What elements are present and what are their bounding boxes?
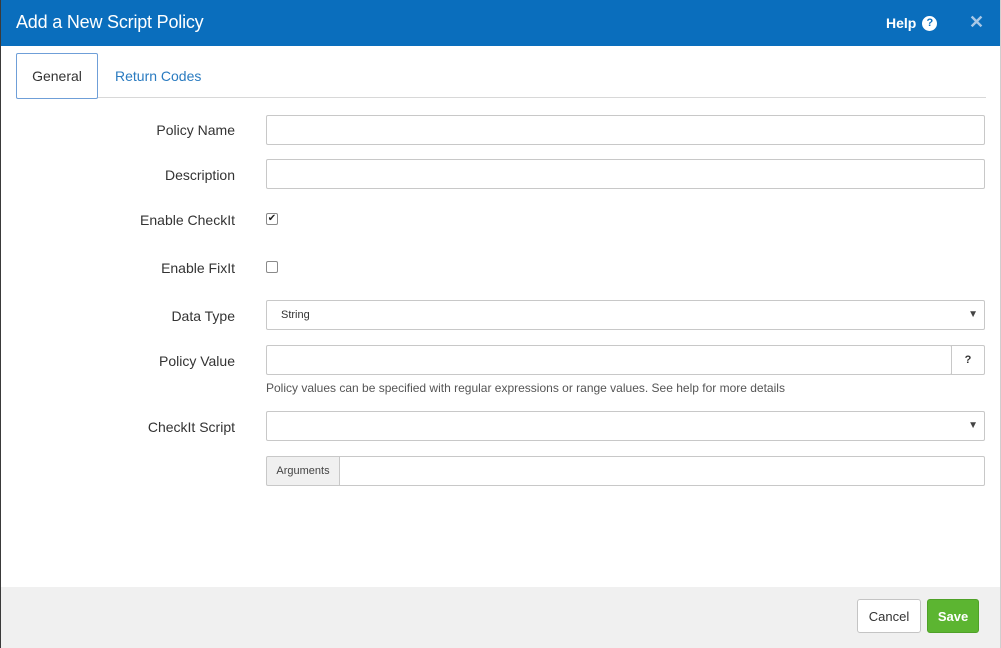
enable-checkit-label: Enable CheckIt [140,212,235,228]
checkit-script-select[interactable]: ▼ [266,411,985,441]
help-label: Help [886,15,917,31]
checkit-script-label: CheckIt Script [147,419,235,435]
policy-name-label: Policy Name [156,122,235,138]
data-type-value: String [281,309,310,321]
policy-name-input[interactable] [266,115,985,145]
cancel-button[interactable]: Cancel [857,599,921,633]
add-script-policy-dialog: Add a New Script Policy Help ? ✕ General… [0,0,1001,648]
tab-return-codes[interactable]: Return Codes [115,53,201,98]
dialog-header: Add a New Script Policy Help ? ✕ [1,0,1000,46]
arguments-addon: Arguments [266,456,340,486]
policy-value-hint: Policy values can be specified with regu… [266,381,785,395]
close-icon[interactable]: ✕ [969,12,984,33]
caret-down-icon: ▼ [968,420,978,431]
enable-fixit-label: Enable FixIt [161,260,235,276]
enable-checkit-checkbox[interactable]: ✔ [266,213,278,225]
dialog-title: Add a New Script Policy [16,12,204,32]
question-circle-icon: ? [922,15,938,31]
policy-value-help-button[interactable]: ? [951,345,985,375]
caret-down-icon: ▼ [968,309,978,320]
description-label: Description [164,167,235,183]
help-link[interactable]: Help ? [886,15,938,31]
tab-general[interactable]: General [16,53,98,99]
description-input[interactable] [266,159,985,189]
policy-value-input[interactable] [266,345,952,375]
enable-fixit-checkbox[interactable] [266,261,278,273]
arguments-input[interactable] [339,456,985,486]
save-button[interactable]: Save [927,599,979,633]
tab-bar: General Return Codes [16,53,986,99]
policy-value-label: Policy Value [158,353,235,369]
data-type-label: Data Type [171,308,235,324]
dialog-footer: Cancel Save [1,587,1000,648]
data-type-select[interactable]: String ▼ [266,300,985,330]
